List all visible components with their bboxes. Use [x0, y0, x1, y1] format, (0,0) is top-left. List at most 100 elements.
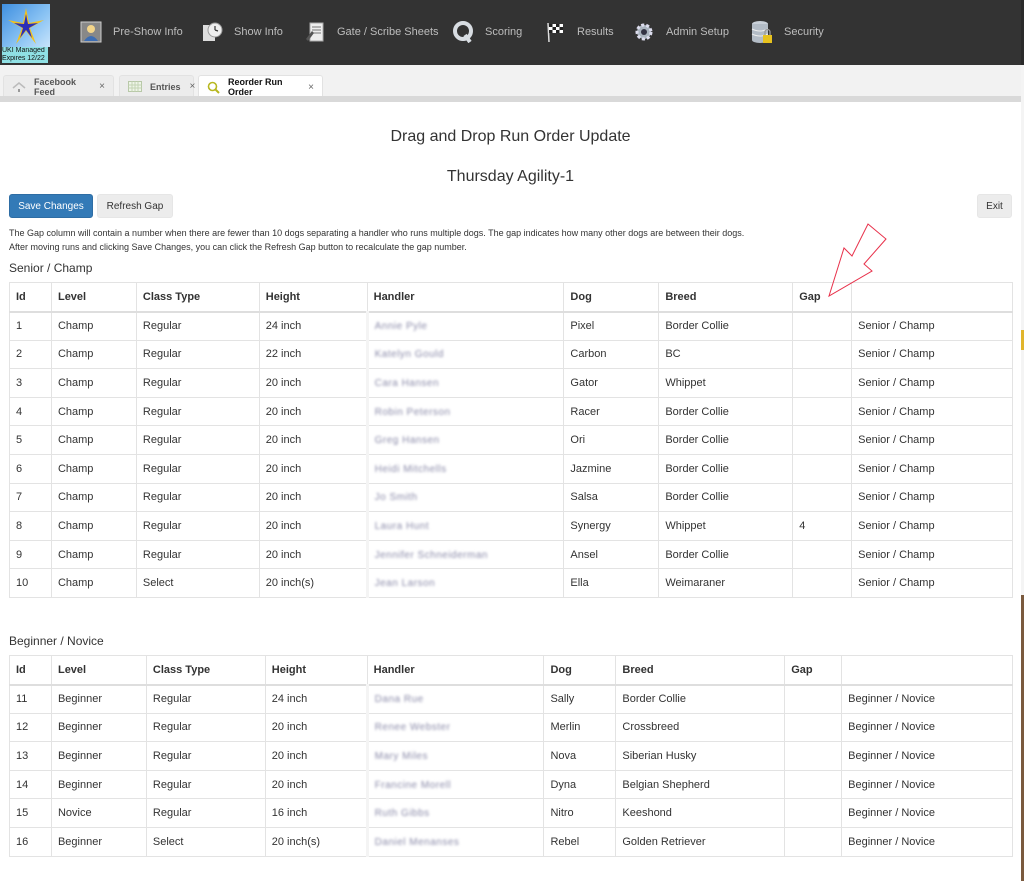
close-tab-icon[interactable]: ×: [190, 81, 196, 92]
nav-scoring[interactable]: Scoring: [451, 18, 522, 46]
cell-gap: [792, 396, 853, 427]
tab-label: Entries: [150, 81, 181, 92]
column-header-class-type: Class Type: [145, 655, 266, 686]
nav-label: Gate / Scribe Sheets: [337, 26, 439, 38]
nav-gate-scribe-sheets[interactable]: Gate / Scribe Sheets: [303, 18, 439, 46]
cell-breed: Border Collie: [658, 539, 794, 570]
cell-id: 2: [9, 339, 52, 370]
handler-name-redacted: Robin Peterson: [374, 406, 451, 418]
cell-handler: Dana Rue: [365, 684, 545, 714]
cell-level: Novice: [50, 798, 147, 828]
table-row[interactable]: 4 Champ Regular 20 inch Robin Peterson Racer B…: [9, 396, 1013, 427]
table-row[interactable]: 3 Champ Regular 20 inch Cara Hansen Gator Whip…: [9, 368, 1013, 398]
cell-id: 14: [9, 769, 52, 800]
close-tab-icon[interactable]: ×: [99, 81, 105, 92]
table-row[interactable]: 11 Beginner Regular 24 inch Dana Rue Sally Bor…: [9, 684, 1013, 714]
cell-level: Beginner: [50, 826, 147, 857]
cell-group: Beginner / Novice: [841, 741, 1013, 771]
tab-entries[interactable]: Entries ×: [119, 75, 196, 97]
table-row[interactable]: 16 Beginner Select 20 inch(s) Daniel Menanse…: [9, 826, 1013, 857]
table-row[interactable]: 7 Champ Regular 20 inch Jo Smith Salsa Border …: [9, 482, 1013, 513]
q-icon: [451, 20, 475, 44]
cell-dog: Ansel: [563, 539, 660, 570]
app-logo[interactable]: UKI Managed Expires 12/22: [2, 4, 50, 63]
cell-id: 8: [9, 511, 52, 541]
exit-button[interactable]: Exit: [977, 194, 1012, 218]
cell-level: Beginner: [50, 769, 147, 800]
cell-id: 13: [9, 741, 52, 771]
star-logo-icon: [2, 4, 50, 47]
cell-height: 20 inch: [258, 482, 368, 513]
cell-breed: Border Collie: [658, 425, 794, 455]
cell-dog: Rebel: [543, 826, 617, 857]
handler-name-redacted: Ruth Gibbs: [374, 808, 430, 820]
cell-handler: Laura Hunt: [365, 511, 565, 541]
cell-handler: Ruth Gibbs: [365, 798, 545, 828]
cell-group: Beginner / Novice: [841, 684, 1013, 714]
cell-group: Senior / Champ: [851, 453, 1013, 484]
nav-security[interactable]: Security: [750, 18, 824, 46]
table-row[interactable]: 2 Champ Regular 22 inch Katelyn Gould Carbon B…: [9, 339, 1013, 370]
cell-dog: Nova: [543, 741, 617, 771]
cell-class-type: Regular: [135, 425, 260, 455]
table-row[interactable]: 1 Champ Regular 24 inch Annie Pyle Pixel Borde…: [9, 311, 1013, 341]
tab-facebook-feed[interactable]: Facebook Feed ×: [3, 75, 114, 97]
column-header-id: Id: [9, 282, 52, 313]
table-row[interactable]: 9 Champ Regular 20 inch Jennifer Schneiderma…: [9, 539, 1013, 570]
cell-height: 20 inch: [258, 396, 368, 427]
cell-gap: [784, 684, 843, 714]
cell-height: 20 inch: [258, 511, 368, 541]
table-row[interactable]: 5 Champ Regular 20 inch Greg Hansen Ori Border…: [9, 425, 1013, 455]
cell-height: 20 inch(s): [258, 568, 368, 598]
run-order-table-senior-champ: Id Level Class Type Height Handler Dog B…: [9, 282, 1013, 598]
cell-class-type: Regular: [145, 741, 266, 771]
cell-gap: [792, 568, 853, 598]
cell-level: Beginner: [50, 741, 147, 771]
cell-handler: Cara Hansen: [365, 368, 565, 398]
nav-show-info[interactable]: Show Info: [200, 18, 283, 46]
table-row[interactable]: 13 Beginner Regular 20 inch Mary Miles Nova Si…: [9, 741, 1013, 771]
cell-level: Beginner: [50, 712, 147, 743]
cell-level: Champ: [50, 339, 137, 370]
nav-pre-show-info[interactable]: Pre-Show Info: [79, 18, 183, 46]
table-row[interactable]: 12 Beginner Regular 20 inch Renee Webster Mer…: [9, 712, 1013, 743]
table-row[interactable]: 15 Novice Regular 16 inch Ruth Gibbs Nitro Kee…: [9, 798, 1013, 828]
cell-height: 20 inch: [258, 425, 368, 455]
nav-admin-setup[interactable]: Admin Setup: [632, 18, 729, 46]
refresh-gap-button[interactable]: Refresh Gap: [97, 194, 173, 218]
cell-class-type: Regular: [145, 798, 266, 828]
cell-gap: [792, 311, 853, 341]
cell-level: Champ: [50, 539, 137, 570]
cell-dog: Carbon: [563, 339, 660, 370]
cell-group: Senior / Champ: [851, 539, 1013, 570]
cell-class-type: Select: [145, 826, 266, 857]
cell-level: Champ: [50, 425, 137, 455]
handler-name-redacted: Cara Hansen: [374, 377, 440, 389]
cell-gap: [792, 425, 853, 455]
cell-gap: [792, 482, 853, 513]
table-row[interactable]: 10 Champ Select 20 inch(s) Jean Larson Ella We…: [9, 568, 1013, 598]
tab-reorder-run-order[interactable]: Reorder Run Order ×: [198, 75, 323, 98]
cell-id: 7: [9, 482, 52, 513]
column-header-level: Level: [50, 282, 137, 313]
save-changes-button[interactable]: Save Changes: [9, 194, 93, 218]
nav-results[interactable]: Results: [543, 18, 614, 46]
table-row[interactable]: 14 Beginner Regular 20 inch Francine Morell D…: [9, 769, 1013, 800]
cell-group: Beginner / Novice: [841, 769, 1013, 800]
cell-group: Senior / Champ: [851, 568, 1013, 598]
column-header-group: [851, 282, 1013, 313]
cell-gap: [784, 741, 843, 771]
cell-handler: Greg Hansen: [365, 425, 565, 455]
cell-group: Beginner / Novice: [841, 826, 1013, 857]
table-row[interactable]: 8 Champ Regular 20 inch Laura Hunt Synergy Whi…: [9, 511, 1013, 541]
cell-breed: Weimaraner: [658, 568, 794, 598]
cell-id: 6: [9, 453, 52, 484]
class-title: Thursday Agility-1: [446, 168, 575, 185]
cell-gap: 4: [792, 511, 853, 541]
cell-level: Champ: [50, 368, 137, 398]
cell-height: 20 inch: [258, 453, 368, 484]
table-row[interactable]: 6 Champ Regular 20 inch Heidi Mitchells Jazmi…: [9, 453, 1013, 484]
section-title-senior-champ: Senior / Champ: [9, 261, 93, 275]
handler-name-redacted: Mary Miles: [374, 750, 428, 762]
close-tab-icon[interactable]: ×: [308, 82, 314, 93]
